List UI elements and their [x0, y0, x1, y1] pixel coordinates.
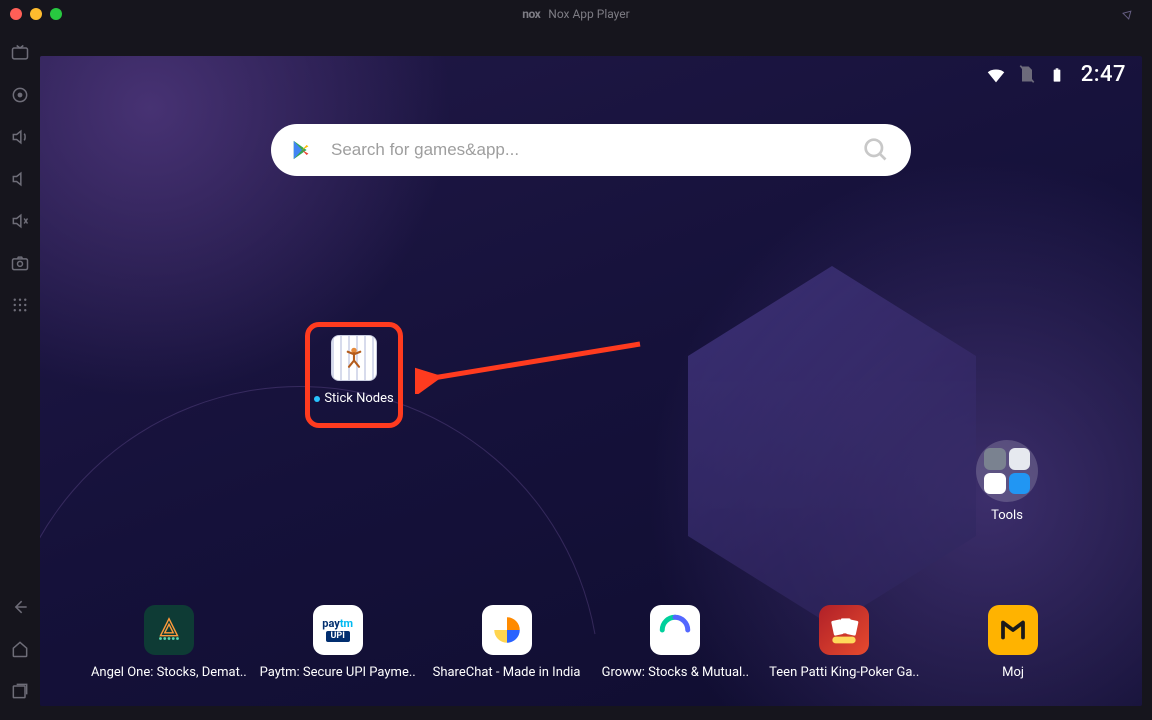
- window-zoom-button[interactable]: [50, 8, 62, 20]
- app-label: Groww: Stocks & Mutual..: [602, 665, 749, 680]
- app-label: Moj: [1002, 665, 1024, 680]
- app-paytm[interactable]: paytm UPI Paytm: Secure UPI Payme..: [258, 605, 418, 680]
- search-icon[interactable]: [861, 135, 891, 165]
- left-toolbar: [0, 28, 40, 720]
- brand-logo: nox: [522, 7, 540, 21]
- app-teen-patti-icon: [819, 605, 869, 655]
- app-sharechat-icon: [482, 605, 532, 655]
- wifi-icon: [985, 64, 1007, 86]
- app-sharechat[interactable]: ShareChat - Made in India: [427, 605, 587, 680]
- app-paytm-icon: paytm UPI: [313, 605, 363, 655]
- volume-mute-icon[interactable]: [9, 210, 31, 232]
- recent-icon[interactable]: [9, 680, 31, 702]
- app-dock: Angel One: Stocks, Demat.. paytm UPI Pay…: [40, 605, 1142, 680]
- volume-down-icon[interactable]: [9, 168, 31, 190]
- notification-dot: [314, 396, 320, 402]
- bg-decor-hex: [672, 266, 992, 626]
- annotation-arrow: [415, 334, 655, 394]
- titlebar: nox Nox App Player: [0, 0, 1152, 28]
- no-sim-icon: [1017, 64, 1039, 86]
- app-stick-nodes-icon: [331, 335, 377, 381]
- android-statusbar: 2:47: [985, 62, 1126, 87]
- window-minimize-button[interactable]: [30, 8, 42, 20]
- volume-up-icon[interactable]: [9, 126, 31, 148]
- app-label: ShareChat - Made in India: [433, 665, 581, 680]
- app-teen-patti[interactable]: Teen Patti King-Poker Ga..: [764, 605, 924, 680]
- app-label: Angel One: Stocks, Demat..: [91, 665, 247, 680]
- app-groww[interactable]: Groww: Stocks & Mutual..: [595, 605, 755, 680]
- app-label: Teen Patti King-Poker Ga..: [769, 665, 919, 680]
- collapse-icon[interactable]: [1122, 8, 1134, 23]
- play-store-icon: [291, 139, 313, 161]
- battery-icon: [1049, 64, 1071, 86]
- window-close-button[interactable]: [10, 8, 22, 20]
- app-angel-one[interactable]: Angel One: Stocks, Demat..: [89, 605, 249, 680]
- tv-icon[interactable]: [9, 42, 31, 64]
- grid-icon[interactable]: [9, 294, 31, 316]
- app-angel-one-icon: [144, 605, 194, 655]
- app-stick-nodes-label: Stick Nodes: [324, 391, 393, 406]
- window-title: Nox App Player: [548, 7, 629, 21]
- app-groww-icon: [650, 605, 700, 655]
- home-icon[interactable]: [9, 638, 31, 660]
- app-stick-nodes-highlight[interactable]: Stick Nodes: [305, 322, 403, 428]
- search-input[interactable]: [331, 140, 843, 160]
- location-icon[interactable]: [9, 84, 31, 106]
- clock: 2:47: [1081, 62, 1126, 87]
- tools-folder-icon: [976, 440, 1038, 502]
- app-label: Paytm: Secure UPI Payme..: [260, 665, 416, 680]
- camera-icon[interactable]: [9, 252, 31, 274]
- app-moj[interactable]: Moj: [933, 605, 1093, 680]
- tools-folder[interactable]: Tools: [976, 440, 1038, 523]
- tools-folder-label: Tools: [976, 508, 1038, 523]
- android-viewport: 2:47 Stick Nodes: [40, 56, 1142, 706]
- back-icon[interactable]: [9, 596, 31, 618]
- app-moj-icon: [988, 605, 1038, 655]
- search-bar[interactable]: [271, 124, 911, 176]
